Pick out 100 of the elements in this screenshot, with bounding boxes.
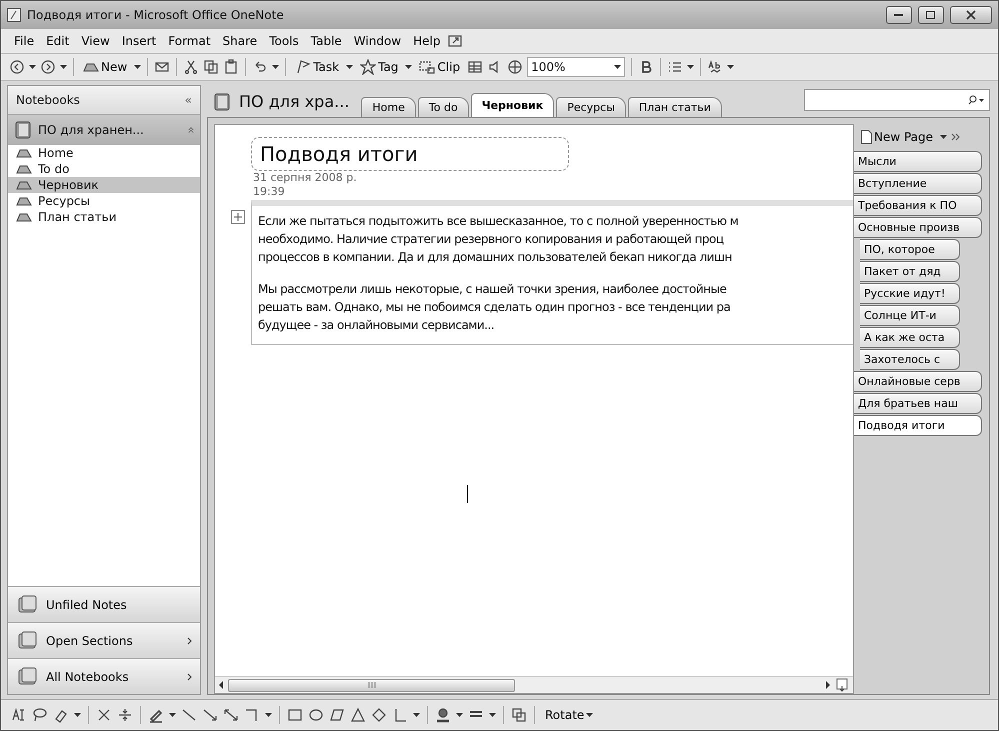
menu-item[interactable]: File bbox=[9, 32, 40, 50]
chevron-icon bbox=[187, 636, 192, 644]
delete-icon[interactable] bbox=[96, 707, 112, 723]
scroll-thumb[interactable] bbox=[228, 678, 515, 692]
page-tab[interactable]: Вступление bbox=[854, 173, 982, 194]
lasso-icon[interactable] bbox=[32, 707, 48, 723]
new-button[interactable]: New bbox=[80, 59, 130, 75]
notebook-title: ПО для хра... bbox=[239, 92, 350, 111]
page-tab[interactable]: Основные произв bbox=[854, 217, 982, 238]
minimize-button[interactable] bbox=[886, 6, 912, 24]
subpage-tab[interactable]: Пакет от дяд bbox=[860, 261, 960, 282]
menu-item[interactable]: Window bbox=[348, 32, 406, 50]
section-icon bbox=[16, 196, 32, 206]
chevron-icon bbox=[187, 672, 192, 680]
zoom-field[interactable]: 100% bbox=[527, 57, 626, 77]
search-field[interactable] bbox=[804, 89, 990, 111]
task-button[interactable]: Task bbox=[292, 58, 342, 76]
subpage-tab[interactable]: ПО, которое bbox=[860, 239, 960, 260]
menu-item[interactable]: Insert bbox=[116, 32, 162, 50]
new-page-button[interactable]: New Page bbox=[858, 129, 936, 145]
section-item[interactable]: Черновик bbox=[8, 177, 200, 193]
menu-item[interactable]: Table bbox=[306, 32, 347, 50]
caret-icon bbox=[272, 65, 280, 69]
arrow-icon[interactable] bbox=[202, 707, 218, 723]
fill-color-icon[interactable] bbox=[435, 707, 451, 723]
menu-item[interactable]: Share bbox=[218, 32, 262, 50]
paste-icon[interactable] bbox=[223, 59, 240, 75]
section-item[interactable]: To do bbox=[8, 161, 200, 177]
cut-icon[interactable] bbox=[183, 59, 200, 75]
page-tab[interactable]: Онлайновые серв bbox=[854, 371, 982, 392]
scroll-right-icon[interactable] bbox=[826, 681, 831, 689]
ellipse-icon[interactable] bbox=[308, 707, 324, 723]
subpage-tab[interactable]: А как же оста bbox=[860, 327, 960, 348]
subpage-tab[interactable]: Солнце ИТ-и bbox=[860, 305, 960, 326]
rotate-button[interactable]: Rotate bbox=[542, 707, 596, 723]
text-tool-icon[interactable] bbox=[11, 707, 27, 723]
section-tab[interactable]: Ресурсы bbox=[556, 97, 626, 117]
section-tab[interactable]: Черновик bbox=[470, 93, 554, 117]
pen-icon[interactable] bbox=[148, 707, 164, 723]
diamond-icon[interactable] bbox=[371, 707, 387, 723]
section-tab[interactable]: План статьи bbox=[628, 97, 722, 117]
star-icon[interactable] bbox=[360, 59, 376, 75]
pane-title: Notebooks bbox=[16, 93, 80, 107]
caret-icon bbox=[346, 65, 354, 69]
text-cursor bbox=[467, 485, 468, 503]
insert-space-icon[interactable] bbox=[117, 707, 133, 723]
menu-item[interactable]: Edit bbox=[41, 32, 74, 50]
triangle-icon[interactable] bbox=[350, 707, 366, 723]
parallelogram-icon[interactable] bbox=[329, 707, 345, 723]
maximize-button[interactable] bbox=[918, 6, 944, 24]
section-item[interactable]: План статьи bbox=[8, 209, 200, 225]
menu-item[interactable]: Format bbox=[163, 32, 216, 50]
page-tab[interactable]: Для братьев наш bbox=[854, 393, 982, 414]
notebook-row[interactable]: ПО для хранен... » bbox=[8, 115, 200, 145]
copy-icon[interactable] bbox=[203, 59, 220, 75]
section-item[interactable]: Ресурсы bbox=[8, 193, 200, 209]
minimize-icon bbox=[894, 13, 904, 17]
section-tab[interactable]: Home bbox=[361, 97, 416, 117]
pane-button[interactable]: Unfiled Notes bbox=[8, 586, 200, 622]
collapse-control[interactable]: « bbox=[184, 93, 192, 107]
section-tab[interactable]: To do bbox=[418, 97, 469, 117]
globe-icon[interactable] bbox=[507, 59, 524, 75]
move-handle-icon[interactable] bbox=[231, 210, 245, 224]
close-button[interactable] bbox=[950, 6, 992, 24]
pane-button[interactable]: All Notebooks bbox=[8, 658, 200, 694]
subpage-tab[interactable]: Русские идут! bbox=[860, 283, 960, 304]
section-item[interactable]: Home bbox=[8, 145, 200, 161]
pane-button[interactable]: Open Sections bbox=[8, 622, 200, 658]
rectangle-icon[interactable] bbox=[287, 707, 303, 723]
clip-button[interactable]: Clip bbox=[416, 58, 464, 76]
table-icon[interactable] bbox=[467, 59, 484, 75]
back-icon[interactable] bbox=[9, 59, 25, 75]
caret-icon bbox=[60, 65, 67, 69]
page-tab[interactable]: Требования к ПО bbox=[854, 195, 982, 216]
section-icon bbox=[83, 62, 99, 72]
page-tab[interactable]: Мысли bbox=[854, 151, 982, 172]
close-icon bbox=[966, 10, 976, 20]
screen-clip-icon[interactable] bbox=[419, 59, 436, 75]
double-arrow-icon[interactable] bbox=[223, 707, 239, 723]
menu-item[interactable]: Tools bbox=[264, 32, 304, 50]
app-icon bbox=[7, 8, 21, 22]
page-tab[interactable]: Подводя итоги bbox=[854, 415, 982, 436]
subpage-tab[interactable]: Захотелось с bbox=[860, 349, 960, 370]
note-text-line: необходимо. Наличие стратегии резервного копирования и работающей проц bbox=[258, 231, 725, 248]
arrange-icon[interactable] bbox=[511, 707, 527, 723]
flag-icon[interactable] bbox=[295, 59, 312, 75]
forward-icon[interactable] bbox=[40, 59, 56, 75]
horizontal-scrollbar[interactable] bbox=[215, 676, 853, 693]
tag-button[interactable]: Tag bbox=[357, 58, 402, 76]
line-icon[interactable] bbox=[181, 707, 197, 723]
double-chevron-icon[interactable] bbox=[951, 133, 962, 141]
note-text-line: Если же пытаться подытожить все вышесказанное, то с полной уверенностью м bbox=[258, 213, 740, 230]
restore-icon[interactable] bbox=[447, 33, 464, 49]
scroll-left-icon[interactable] bbox=[219, 681, 224, 689]
caret-icon bbox=[727, 65, 734, 69]
page-title[interactable]: Подводя итоги bbox=[251, 137, 569, 171]
caret-icon bbox=[74, 713, 81, 717]
menu-item[interactable]: Help bbox=[408, 32, 446, 50]
section-icon bbox=[16, 180, 32, 190]
menu-item[interactable]: View bbox=[76, 32, 115, 50]
